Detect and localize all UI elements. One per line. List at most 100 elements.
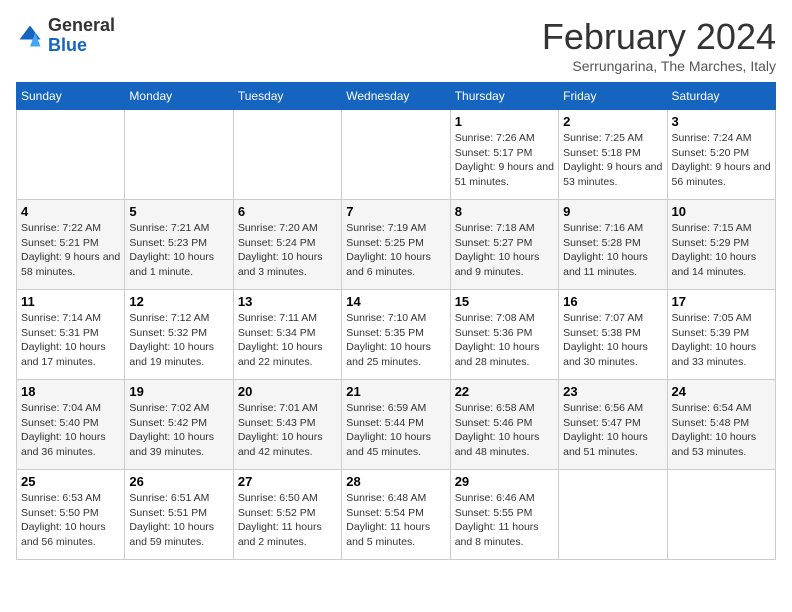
calendar-cell: 13 Sunrise: 7:11 AM Sunset: 5:34 PM Dayli…	[233, 290, 341, 380]
calendar-cell	[233, 110, 341, 200]
day-info: Sunrise: 7:19 AM Sunset: 5:25 PM Dayligh…	[346, 221, 445, 280]
day-number: 1	[455, 114, 554, 129]
calendar-cell: 16Sunrise: 7:07 AM Sunset: 5:38 PM Dayli…	[559, 290, 667, 380]
day-header-friday: Friday	[559, 83, 667, 110]
calendar-week-row: 4 Sunrise: 7:22 AM Sunset: 5:21 PM Daylig…	[17, 200, 776, 290]
day-number: 3	[672, 114, 771, 129]
day-number: 7	[346, 204, 445, 219]
day-info: Sunrise: 6:46 AM Sunset: 5:55 PM Dayligh…	[455, 491, 554, 550]
calendar-cell: 10 Sunrise: 7:15 AM Sunset: 5:29 PM Dayli…	[667, 200, 775, 290]
day-number: 8	[455, 204, 554, 219]
calendar-cell: 29 Sunrise: 6:46 AM Sunset: 5:55 PM Dayli…	[450, 470, 558, 560]
day-info: Sunrise: 7:21 AM Sunset: 5:23 PM Dayligh…	[129, 221, 228, 280]
calendar-cell: 22 Sunrise: 6:58 AM Sunset: 5:46 PM Dayli…	[450, 380, 558, 470]
title-block: February 2024 Serrungarina, The Marches,…	[542, 16, 776, 74]
day-number: 13	[238, 294, 337, 309]
calendar-cell: 7 Sunrise: 7:19 AM Sunset: 5:25 PM Daylig…	[342, 200, 450, 290]
page-header: General Blue February 2024 Serrungarina,…	[16, 16, 776, 74]
calendar-cell	[667, 470, 775, 560]
day-info: Sunrise: 6:53 AM Sunset: 5:50 PM Dayligh…	[21, 491, 120, 550]
logo-icon	[16, 22, 44, 50]
day-info: Sunrise: 7:16 AM Sunset: 5:28 PM Dayligh…	[563, 221, 662, 280]
day-info: Sunrise: 7:25 AM Sunset: 5:18 PM Dayligh…	[563, 131, 662, 190]
day-info: Sunrise: 7:10 AM Sunset: 5:35 PM Dayligh…	[346, 311, 445, 370]
day-header-thursday: Thursday	[450, 83, 558, 110]
calendar-cell: 9 Sunrise: 7:16 AM Sunset: 5:28 PM Daylig…	[559, 200, 667, 290]
day-info: Sunrise: 7:12 AM Sunset: 5:32 PM Dayligh…	[129, 311, 228, 370]
calendar-cell: 1 Sunrise: 7:26 AM Sunset: 5:17 PM Daylig…	[450, 110, 558, 200]
calendar-cell: 28 Sunrise: 6:48 AM Sunset: 5:54 PM Dayli…	[342, 470, 450, 560]
day-number: 29	[455, 474, 554, 489]
day-number: 22	[455, 384, 554, 399]
day-number: 27	[238, 474, 337, 489]
day-info: Sunrise: 7:18 AM Sunset: 5:27 PM Dayligh…	[455, 221, 554, 280]
calendar-cell: 20 Sunrise: 7:01 AM Sunset: 5:43 PM Dayli…	[233, 380, 341, 470]
day-info: Sunrise: 6:48 AM Sunset: 5:54 PM Dayligh…	[346, 491, 445, 550]
day-number: 28	[346, 474, 445, 489]
day-number: 20	[238, 384, 337, 399]
day-number: 15	[455, 294, 554, 309]
calendar-cell	[559, 470, 667, 560]
day-info: Sunrise: 7:04 AM Sunset: 5:40 PM Dayligh…	[21, 401, 120, 460]
calendar-cell: 11 Sunrise: 7:14 AM Sunset: 5:31 PM Dayli…	[17, 290, 125, 380]
day-number: 2	[563, 114, 662, 129]
day-header-tuesday: Tuesday	[233, 83, 341, 110]
calendar-cell: 19Sunrise: 7:02 AM Sunset: 5:42 PM Dayli…	[125, 380, 233, 470]
calendar-week-row: 11 Sunrise: 7:14 AM Sunset: 5:31 PM Dayli…	[17, 290, 776, 380]
day-number: 14	[346, 294, 445, 309]
calendar-cell	[342, 110, 450, 200]
day-info: Sunrise: 7:08 AM Sunset: 5:36 PM Dayligh…	[455, 311, 554, 370]
day-info: Sunrise: 6:56 AM Sunset: 5:47 PM Dayligh…	[563, 401, 662, 460]
calendar-cell: 5 Sunrise: 7:21 AM Sunset: 5:23 PM Daylig…	[125, 200, 233, 290]
day-header-wednesday: Wednesday	[342, 83, 450, 110]
month-title: February 2024	[542, 16, 776, 58]
day-info: Sunrise: 7:14 AM Sunset: 5:31 PM Dayligh…	[21, 311, 120, 370]
calendar-cell: 6Sunrise: 7:20 AM Sunset: 5:24 PM Daylig…	[233, 200, 341, 290]
day-number: 23	[563, 384, 662, 399]
day-info: Sunrise: 7:22 AM Sunset: 5:21 PM Dayligh…	[21, 221, 120, 280]
day-header-sunday: Sunday	[17, 83, 125, 110]
day-number: 24	[672, 384, 771, 399]
calendar-cell: 3Sunrise: 7:24 AM Sunset: 5:20 PM Daylig…	[667, 110, 775, 200]
day-number: 21	[346, 384, 445, 399]
day-info: Sunrise: 6:51 AM Sunset: 5:51 PM Dayligh…	[129, 491, 228, 550]
day-info: Sunrise: 6:54 AM Sunset: 5:48 PM Dayligh…	[672, 401, 771, 460]
day-number: 12	[129, 294, 228, 309]
day-info: Sunrise: 7:05 AM Sunset: 5:39 PM Dayligh…	[672, 311, 771, 370]
calendar-cell: 8 Sunrise: 7:18 AM Sunset: 5:27 PM Daylig…	[450, 200, 558, 290]
calendar-cell: 23 Sunrise: 6:56 AM Sunset: 5:47 PM Dayli…	[559, 380, 667, 470]
calendar-header-row: SundayMondayTuesdayWednesdayThursdayFrid…	[17, 83, 776, 110]
day-info: Sunrise: 6:58 AM Sunset: 5:46 PM Dayligh…	[455, 401, 554, 460]
day-info: Sunrise: 7:11 AM Sunset: 5:34 PM Dayligh…	[238, 311, 337, 370]
calendar-cell	[17, 110, 125, 200]
day-header-saturday: Saturday	[667, 83, 775, 110]
calendar-cell: 21 Sunrise: 6:59 AM Sunset: 5:44 PM Dayli…	[342, 380, 450, 470]
day-info: Sunrise: 7:26 AM Sunset: 5:17 PM Dayligh…	[455, 131, 554, 190]
calendar-week-row: 1 Sunrise: 7:26 AM Sunset: 5:17 PM Daylig…	[17, 110, 776, 200]
day-number: 10	[672, 204, 771, 219]
day-info: Sunrise: 7:01 AM Sunset: 5:43 PM Dayligh…	[238, 401, 337, 460]
calendar-cell: 4 Sunrise: 7:22 AM Sunset: 5:21 PM Daylig…	[17, 200, 125, 290]
logo-blue-text: Blue	[48, 35, 87, 55]
day-number: 9	[563, 204, 662, 219]
day-number: 5	[129, 204, 228, 219]
day-number: 4	[21, 204, 120, 219]
calendar-cell: 18 Sunrise: 7:04 AM Sunset: 5:40 PM Dayli…	[17, 380, 125, 470]
calendar-cell: 17 Sunrise: 7:05 AM Sunset: 5:39 PM Dayli…	[667, 290, 775, 380]
calendar-cell: 15 Sunrise: 7:08 AM Sunset: 5:36 PM Dayli…	[450, 290, 558, 380]
day-number: 25	[21, 474, 120, 489]
day-info: Sunrise: 7:15 AM Sunset: 5:29 PM Dayligh…	[672, 221, 771, 280]
day-info: Sunrise: 6:59 AM Sunset: 5:44 PM Dayligh…	[346, 401, 445, 460]
day-number: 18	[21, 384, 120, 399]
day-info: Sunrise: 6:50 AM Sunset: 5:52 PM Dayligh…	[238, 491, 337, 550]
calendar-cell: 12 Sunrise: 7:12 AM Sunset: 5:32 PM Dayli…	[125, 290, 233, 380]
day-number: 6	[238, 204, 337, 219]
day-number: 11	[21, 294, 120, 309]
location-subtitle: Serrungarina, The Marches, Italy	[542, 58, 776, 74]
calendar-table: SundayMondayTuesdayWednesdayThursdayFrid…	[16, 82, 776, 560]
day-number: 17	[672, 294, 771, 309]
logo: General Blue	[16, 16, 115, 56]
calendar-cell: 27 Sunrise: 6:50 AM Sunset: 5:52 PM Dayli…	[233, 470, 341, 560]
day-number: 16	[563, 294, 662, 309]
day-header-monday: Monday	[125, 83, 233, 110]
